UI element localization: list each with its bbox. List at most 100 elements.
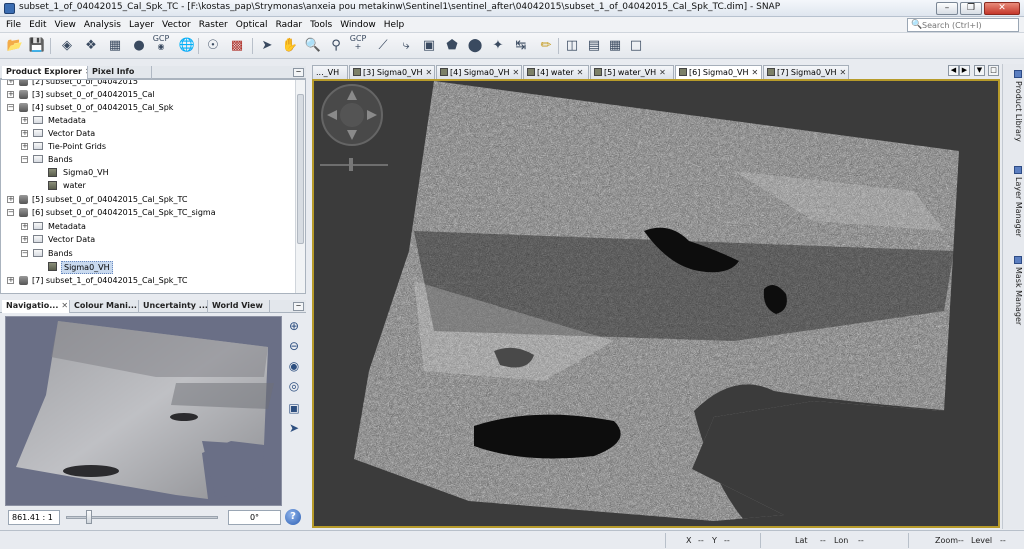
- pin-tool-icon[interactable]: ⚲: [327, 37, 345, 55]
- tab-pixel-info[interactable]: Pixel Info: [88, 66, 152, 79]
- status-lon-label: Lon: [834, 536, 849, 545]
- sar-image-view[interactable]: [312, 79, 1000, 528]
- band-icon: [527, 68, 535, 76]
- pin-manager-icon[interactable]: ❖: [82, 37, 100, 55]
- image-tab[interactable]: ..._VH: [312, 65, 348, 79]
- maximize-view-icon[interactable]: □: [988, 65, 999, 76]
- status-zoom-label: Zoom: [935, 536, 959, 545]
- tile-single-icon[interactable]: □: [627, 37, 645, 55]
- sync-views-icon[interactable]: ▣: [286, 400, 302, 416]
- ruler-icon[interactable]: ✏: [537, 37, 555, 55]
- zoom-slider-thumb[interactable]: [86, 510, 92, 524]
- minimize-button[interactable]: –: [936, 2, 958, 15]
- gcp-manager-icon[interactable]: GCP ◉: [152, 35, 170, 53]
- line-draw-icon[interactable]: ⟋: [374, 37, 392, 55]
- status-level-label: Level: [971, 536, 993, 545]
- menu-help[interactable]: Help: [380, 19, 409, 31]
- image-tab[interactable]: [7] Sigma0_VH ✕: [763, 65, 849, 79]
- image-tab-active[interactable]: [6] Sigma0_VH ✕: [675, 65, 762, 79]
- menu-radar[interactable]: Radar: [272, 19, 307, 31]
- image-tab[interactable]: [4] Sigma0_VH ✕: [436, 65, 522, 79]
- tab-colour-manipulation[interactable]: Colour Mani...: [70, 300, 139, 313]
- restore-button[interactable]: ❐: [960, 2, 982, 15]
- menu-analysis[interactable]: Analysis: [80, 19, 125, 31]
- sync-cursor-icon[interactable]: ➤: [286, 420, 302, 436]
- zoom-pixel-icon[interactable]: ◉: [286, 358, 302, 374]
- save-product-icon[interactable]: 💾: [28, 37, 46, 55]
- toolbar-separator: [252, 38, 253, 54]
- gcp-label: GCP: [349, 34, 367, 43]
- select-tool-icon[interactable]: ➤: [258, 37, 276, 55]
- menu-view[interactable]: View: [51, 19, 80, 31]
- tab-uncertainty[interactable]: Uncertainty ...: [139, 300, 208, 313]
- nav-panel-tabs: Navigatio... ✕ Colour Mani... Uncertainty…: [0, 300, 306, 313]
- tab-product-explorer[interactable]: Product Explorer✕: [2, 66, 88, 79]
- right-sidebar: Product Library Layer Manager Mask Manag…: [1002, 64, 1024, 529]
- image-tab[interactable]: [3] Sigma0_VH ✕: [349, 65, 435, 79]
- menu-tools[interactable]: Tools: [306, 19, 336, 31]
- title-bar: subset_1_of_04042015_Cal_Spk_TC - [F:\ko…: [0, 0, 1024, 17]
- pin-placing-icon[interactable]: ●: [130, 37, 148, 55]
- side-tab-layer-manager[interactable]: Layer Manager: [1005, 166, 1023, 242]
- band-icon: [679, 68, 687, 76]
- graticule-icon[interactable]: ▦: [106, 37, 124, 55]
- ellipse-draw-icon[interactable]: ⬤: [466, 37, 484, 55]
- product-panel-tabs: Product Explorer✕ Pixel Info ─: [0, 66, 306, 79]
- magic-wand-icon[interactable]: ✦: [489, 37, 507, 55]
- world-map-icon[interactable]: 🌐: [178, 37, 196, 55]
- layer-manager-icon: [1014, 166, 1022, 174]
- menu-raster[interactable]: Raster: [195, 19, 232, 31]
- tab-list-icon[interactable]: ▼: [974, 65, 985, 76]
- band-icon: [353, 68, 361, 76]
- batch-processing-icon[interactable]: ▩: [228, 37, 246, 55]
- tab-scroll-right-icon[interactable]: ▶: [959, 65, 970, 76]
- menu-vector[interactable]: Vector: [158, 19, 195, 31]
- band-icon: [48, 168, 57, 177]
- status-x-value: --: [698, 536, 704, 545]
- navigation-overview-image[interactable]: [5, 316, 282, 506]
- scrollbar-thumb[interactable]: [297, 94, 304, 244]
- menu-file[interactable]: File: [2, 19, 25, 31]
- side-tab-mask-manager[interactable]: Mask Manager: [1005, 256, 1023, 326]
- image-tab[interactable]: [5] water_VH ✕: [590, 65, 674, 79]
- zoom-all-icon[interactable]: ◎: [286, 378, 302, 394]
- menu-layer[interactable]: Layer: [125, 19, 158, 31]
- search-input[interactable]: [922, 20, 1016, 30]
- zoom-tool-icon[interactable]: 🔍: [304, 37, 322, 55]
- folder-icon: [33, 116, 43, 124]
- tile-evenly-icon[interactable]: ◫: [563, 37, 581, 55]
- band-icon: [48, 181, 57, 190]
- zoom-in-icon[interactable]: ⊕: [286, 318, 302, 334]
- rectangle-draw-icon[interactable]: ▣: [420, 37, 438, 55]
- side-tab-product-library[interactable]: Product Library: [1005, 70, 1023, 150]
- pan-tool-icon[interactable]: ✋: [281, 37, 299, 55]
- image-tab[interactable]: [4] water ✕: [523, 65, 589, 79]
- menu-optical[interactable]: Optical: [232, 19, 272, 31]
- minimize-panel-button[interactable]: ─: [293, 302, 304, 311]
- zoom-factor-field[interactable]: 861.41 : 1: [8, 510, 60, 525]
- tree-scrollbar[interactable]: [295, 80, 305, 293]
- menu-edit[interactable]: Edit: [25, 19, 50, 31]
- polyline-draw-icon[interactable]: ⤷: [397, 37, 415, 55]
- close-button[interactable]: ✕: [984, 2, 1020, 15]
- status-separator: [908, 533, 909, 548]
- zoom-out-icon[interactable]: ⊖: [286, 338, 302, 354]
- gcp-tool-icon[interactable]: GCP +: [349, 35, 367, 53]
- tab-world-view[interactable]: World View: [208, 300, 270, 313]
- tile-vertically-icon[interactable]: ▦: [606, 37, 624, 55]
- help-button[interactable]: ?: [285, 509, 301, 525]
- tab-scroll-left-icon[interactable]: ◀: [948, 65, 959, 76]
- open-product-icon[interactable]: 📂: [6, 37, 24, 55]
- minimize-panel-button[interactable]: ─: [293, 68, 304, 77]
- menu-window[interactable]: Window: [336, 19, 380, 31]
- tile-horizontally-icon[interactable]: ▤: [585, 37, 603, 55]
- range-finder-icon[interactable]: ↹: [512, 37, 530, 55]
- polygon-draw-icon[interactable]: ⬟: [443, 37, 461, 55]
- mask-manager-icon: [1014, 256, 1022, 264]
- rotation-angle-field[interactable]: 0°: [228, 510, 281, 525]
- mask-tool-icon[interactable]: ◈: [58, 37, 76, 55]
- product-library-icon: [1014, 70, 1022, 78]
- graph-builder-icon[interactable]: ☉: [204, 37, 222, 55]
- overview-thumbnail: [16, 321, 274, 499]
- tab-navigation[interactable]: Navigatio... ✕: [2, 300, 70, 313]
